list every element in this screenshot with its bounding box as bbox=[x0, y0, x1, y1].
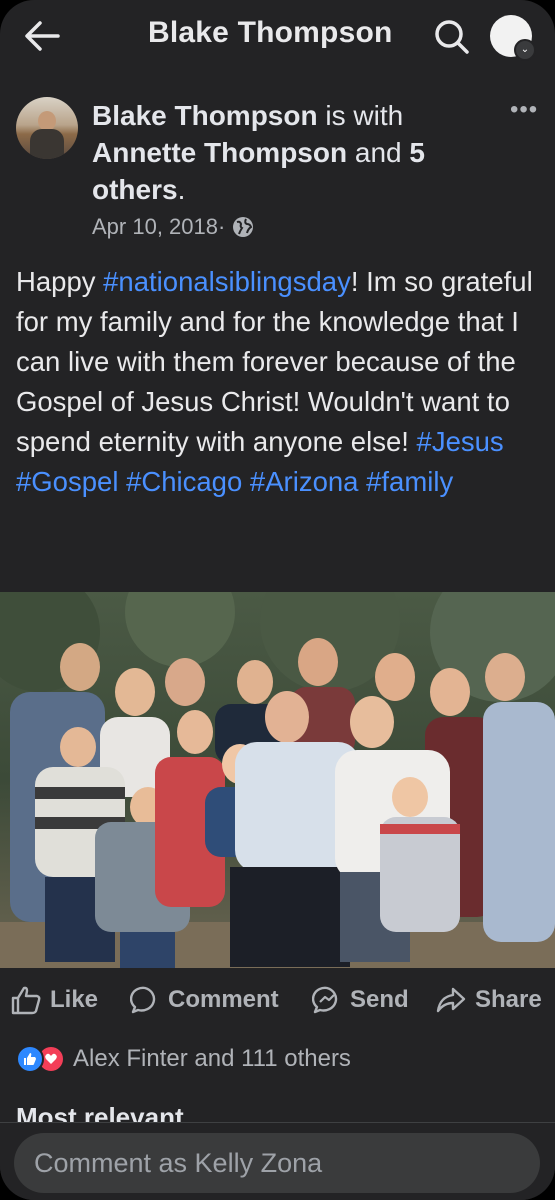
others-count[interactable]: 5 bbox=[409, 137, 425, 168]
avatar-figure bbox=[38, 111, 56, 131]
top-bar: Blake Thompson ⌄ bbox=[0, 0, 555, 72]
comment-input[interactable]: Comment as Kelly Zona bbox=[14, 1133, 540, 1193]
like-label: Like bbox=[50, 986, 99, 1013]
like-button[interactable]: Like bbox=[10, 985, 98, 1015]
tagged-person[interactable]: Annette Thompson bbox=[92, 137, 347, 168]
chevron-down-icon: ⌄ bbox=[514, 39, 536, 61]
send-label: Send bbox=[350, 986, 409, 1013]
author-name[interactable]: Blake Thompson bbox=[92, 100, 318, 131]
comment-bar: Comment as Kelly Zona bbox=[0, 1122, 555, 1200]
hashtag-link[interactable]: #family bbox=[366, 466, 453, 497]
more-options-icon[interactable]: ••• bbox=[510, 96, 538, 124]
post-text: Happy #nationalsiblingsday! Im so gratef… bbox=[16, 262, 541, 502]
period: . bbox=[177, 174, 186, 205]
post-actions: Like Comment Send Share bbox=[0, 983, 555, 1027]
share-label: Share bbox=[475, 986, 542, 1013]
avatar-figure-body bbox=[30, 129, 64, 159]
reactions-text: Alex Finter and 111 others bbox=[73, 1045, 351, 1072]
like-reaction-icon bbox=[16, 1045, 44, 1073]
author-avatar[interactable] bbox=[16, 97, 78, 159]
hashtag-link[interactable]: #Gospel bbox=[16, 466, 118, 497]
reactions-summary[interactable]: Alex Finter and 111 others bbox=[16, 1045, 351, 1073]
post-author-line: Blake Thompson is with Annette Thompson … bbox=[92, 97, 512, 208]
comment-sort-dropdown[interactable]: Most relevant bbox=[16, 1102, 184, 1124]
profile-avatar-button[interactable]: ⌄ bbox=[490, 15, 536, 61]
globe-icon bbox=[233, 217, 254, 237]
and-text: and bbox=[347, 137, 410, 168]
post-photo[interactable] bbox=[0, 592, 555, 968]
hashtag-link[interactable]: #Arizona bbox=[250, 466, 359, 497]
hashtag-link[interactable]: #nationalsiblingsday bbox=[103, 266, 351, 297]
hashtag-link[interactable]: #Jesus bbox=[417, 426, 504, 457]
comment-button[interactable]: Comment bbox=[130, 985, 279, 1015]
text-happy: Happy bbox=[16, 266, 104, 297]
post-meta: Apr 10, 2018 · bbox=[92, 214, 255, 240]
thumbs-up-icon bbox=[11, 986, 41, 1015]
hashtag-link[interactable]: #Chicago bbox=[126, 466, 242, 497]
share-button[interactable]: Share bbox=[435, 985, 542, 1015]
sort-label: Most relevant bbox=[16, 1102, 184, 1124]
send-button[interactable]: Send bbox=[312, 985, 409, 1015]
search-icon[interactable] bbox=[432, 18, 472, 54]
comment-icon bbox=[130, 986, 156, 1014]
others-word[interactable]: others bbox=[92, 174, 178, 205]
messenger-icon bbox=[312, 986, 338, 1014]
share-icon bbox=[436, 987, 466, 1013]
back-arrow-icon[interactable] bbox=[22, 18, 62, 54]
page-title: Blake Thompson bbox=[148, 16, 393, 49]
post-date[interactable]: Apr 10, 2018 bbox=[92, 214, 218, 240]
meta-separator: · bbox=[217, 214, 226, 239]
comment-label: Comment bbox=[168, 986, 279, 1013]
phone-screen: Blake Thompson ⌄ Blake Thompson is with … bbox=[0, 0, 555, 1200]
is-with-text: is with bbox=[317, 100, 404, 131]
